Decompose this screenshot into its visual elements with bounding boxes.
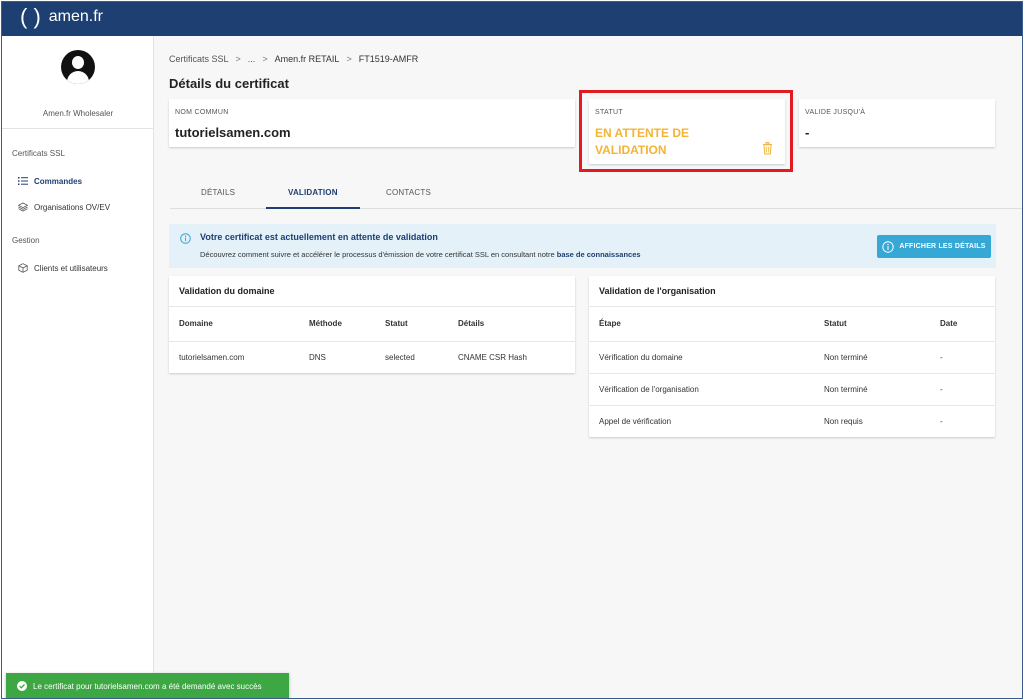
info-banner: Votre certificat est actuellement en att…: [169, 224, 996, 268]
table-header-row: Étape Statut Date: [589, 307, 995, 342]
show-details-label: AFFICHER LES DÉTAILS: [899, 243, 986, 250]
table-row: tutorielsamen.com DNS selected CNAME CSR…: [169, 341, 575, 373]
table-row: Appel de vérification Non requis -: [589, 405, 995, 437]
amen-logo[interactable]: ( ) amen.fr: [20, 4, 104, 29]
chevron-right-icon: >: [262, 54, 268, 64]
breadcrumb-retail[interactable]: Amen.fr RETAIL: [275, 54, 340, 64]
info-text-body: Découvrez comment suivre et accélérer le…: [200, 250, 555, 259]
table-cell: selected: [385, 352, 415, 362]
column-header: Étape: [589, 307, 814, 342]
knowledge-base-link[interactable]: base de connaissances: [557, 250, 641, 259]
main-content: Certificats SSL > ... > Amen.fr RETAIL >…: [155, 36, 1022, 698]
domain-validation-card: Validation du domaine Domaine Méthode St…: [169, 276, 575, 373]
table-cell: Non terminé: [814, 341, 930, 374]
tab-bar: DÉTAILS VALIDATION CONTACTS: [170, 181, 1022, 209]
success-toast[interactable]: Le certificat pour tutorielsamen.com a é…: [6, 673, 289, 698]
column-header: Méthode: [299, 307, 375, 342]
sidebar-item-label: Clients et utilisateurs: [34, 263, 108, 273]
top-bar: ( ) amen.fr: [2, 2, 1022, 36]
table-cell: Appel de vérification: [599, 416, 672, 426]
logo-paren: ( ): [20, 4, 41, 29]
valid-until-card: VALIDE JUSQU'À -: [799, 99, 995, 147]
tab-contacts[interactable]: CONTACTS: [386, 188, 431, 197]
common-name-value: tutorielsamen.com: [175, 125, 291, 140]
layers-icon: [18, 202, 28, 212]
domain-validation-title: Validation du domaine: [169, 276, 575, 307]
check-circle-icon: [17, 681, 27, 691]
table-row: Vérification de l'organisation Non termi…: [589, 373, 995, 406]
info-title: Votre certificat est actuellement en att…: [200, 232, 438, 242]
sidebar-section-ssl: Certificats SSL: [12, 149, 65, 158]
logo-text: amen.fr: [48, 8, 104, 25]
status-highlight-box: [579, 90, 793, 172]
sidebar: Amen.fr Wholesaler Certificats SSL Comma…: [2, 36, 154, 698]
table-cell: -: [930, 341, 995, 374]
info-icon: [882, 240, 895, 253]
sidebar-section-gestion: Gestion: [12, 236, 40, 245]
chevron-right-icon: >: [235, 54, 241, 64]
domain-validation-table: Domaine Méthode Statut Détails tutoriels…: [169, 307, 575, 373]
breadcrumb-ssl[interactable]: Certificats SSL: [169, 54, 229, 64]
table-cell: Non requis: [824, 416, 863, 426]
table-cell: Vérification du domaine: [589, 341, 814, 374]
sidebar-item-organisations[interactable]: Organisations OV/EV: [18, 202, 110, 212]
breadcrumb-ellipsis[interactable]: ...: [248, 54, 256, 64]
breadcrumb-order: FT1519-AMFR: [358, 54, 419, 64]
sidebar-item-clients[interactable]: Clients et utilisateurs: [18, 263, 108, 273]
app-window: ( ) amen.fr Amen.fr Wholesaler Certifica…: [1, 1, 1023, 699]
page-title: Détails du certificat: [169, 76, 289, 91]
active-tab-indicator: [266, 207, 360, 209]
table-header-row: Domaine Méthode Statut Détails: [169, 307, 575, 342]
box-icon: [18, 263, 28, 273]
info-icon: [180, 233, 191, 244]
column-header: Statut: [814, 307, 930, 342]
column-header: Détails: [448, 307, 575, 342]
org-validation-card: Validation de l'organisation Étape Statu…: [589, 276, 995, 437]
org-validation-table: Étape Statut Date Vérification du domain…: [589, 307, 995, 437]
common-name-label: NOM COMMUN: [175, 109, 229, 116]
valid-until-label: VALIDE JUSQU'À: [805, 109, 866, 116]
sidebar-item-commandes[interactable]: Commandes: [18, 176, 82, 186]
table-cell: CNAME CSR Hash: [458, 352, 527, 362]
sidebar-divider: [2, 128, 154, 129]
table-cell: Vérification de l'organisation: [589, 373, 814, 406]
table-cell: tutorielsamen.com: [179, 352, 245, 362]
tab-details[interactable]: DÉTAILS: [201, 188, 235, 197]
account-name: Amen.fr Wholesaler: [42, 109, 114, 118]
table-cell: DNS: [309, 352, 326, 362]
sidebar-item-label: Commandes: [34, 176, 83, 186]
chevron-right-icon: >: [346, 54, 352, 64]
breadcrumb: Certificats SSL > ... > Amen.fr RETAIL >…: [169, 54, 418, 64]
info-text: Découvrez comment suivre et accélérer le…: [200, 250, 641, 259]
table-cell: Non terminé: [814, 373, 930, 406]
column-header: Statut: [375, 307, 448, 342]
column-header: Date: [930, 307, 995, 342]
tab-validation[interactable]: VALIDATION: [288, 188, 338, 197]
org-validation-title: Validation de l'organisation: [589, 276, 995, 307]
table-cell: -: [930, 373, 995, 406]
toast-message: Le certificat pour tutorielsamen.com a é…: [33, 681, 262, 691]
show-details-button[interactable]: AFFICHER LES DÉTAILS: [877, 235, 991, 258]
table-row: Vérification du domaine Non terminé -: [589, 341, 995, 374]
sidebar-item-label: Organisations OV/EV: [34, 202, 111, 212]
table-cell: -: [940, 416, 943, 426]
common-name-card: NOM COMMUN tutorielsamen.com: [169, 99, 575, 147]
avatar[interactable]: [61, 50, 95, 84]
valid-until-value: -: [805, 125, 810, 140]
list-icon: [18, 177, 28, 185]
column-header: Domaine: [169, 307, 299, 342]
